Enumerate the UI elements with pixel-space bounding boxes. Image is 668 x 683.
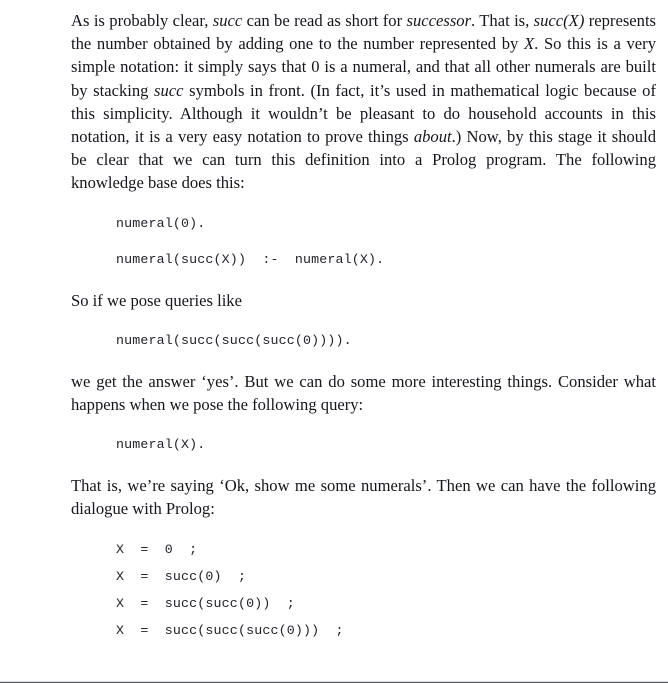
paragraph-answer-yes: we get the answer ‘yes’. But we can do s… — [71, 371, 656, 415]
paragraph-dialogue-intro: That is, we’re saying ‘Ok, show me some … — [71, 476, 656, 519]
italic-succ-2: succ — [154, 80, 184, 100]
document-page: As is probably clear, succ can be read a… — [0, 0, 668, 683]
text-run: can be read as short for — [242, 11, 407, 30]
code-line-query-ground: numeral(succ(succ(succ(0)))). — [116, 332, 352, 348]
italic-variable-x: X — [524, 34, 535, 54]
italic-succ: succ — [212, 11, 243, 30]
paragraph-intro: As is probably clear, succ can be read a… — [71, 9, 656, 195]
code-line-numeral-base: numeral(0). — [116, 215, 206, 231]
code-line-query-variable: numeral(X). — [116, 437, 206, 453]
dialogue-line-2: X = succ(0) ; — [116, 568, 247, 584]
dialogue-line-4: X = succ(succ(succ(0))) ; — [116, 622, 344, 638]
italic-about: about — [413, 127, 452, 147]
dialogue-line-1: X = 0 ; — [116, 541, 198, 557]
code-line-numeral-rule: numeral(succ(X)) :- numeral(X). — [116, 251, 385, 267]
dialogue-line-3: X = succ(succ(0)) ; — [116, 595, 295, 611]
italic-successor: successor — [406, 11, 472, 30]
italic-succ-x: succ(X) — [533, 11, 585, 30]
paragraph-pose-queries: So if we pose queries like — [71, 290, 242, 310]
page-content: As is probably clear, succ can be read a… — [71, 9, 656, 639]
text-run: As is probably clear, — [71, 11, 213, 30]
text-run: . That is, — [471, 11, 534, 30]
